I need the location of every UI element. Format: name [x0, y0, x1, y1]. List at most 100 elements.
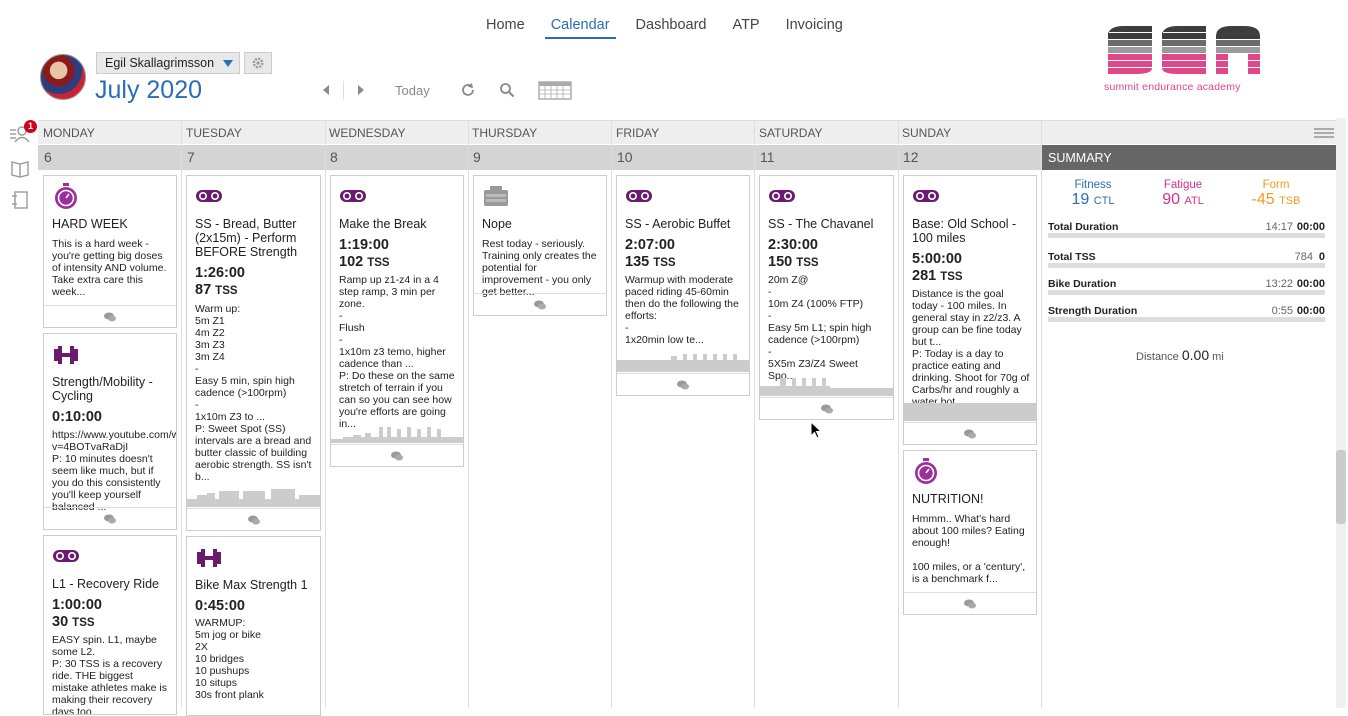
workout-tss: 30 TSS: [52, 614, 95, 630]
comment-icon: [104, 312, 116, 321]
tss-unit: TSS: [653, 257, 676, 269]
date-number[interactable]: 10: [617, 149, 633, 165]
workout-duration: 0:10:00: [52, 409, 102, 425]
comment-icon: [964, 429, 976, 438]
comment-bar[interactable]: [904, 592, 1036, 614]
workout-description: Warm up: 5m Z1 4m Z2 3m Z3 3m Z4 - Easy …: [195, 303, 312, 483]
summary-row-label: Bike Duration: [1048, 278, 1117, 290]
bike-icon: [769, 190, 795, 202]
nav-calendar[interactable]: Calendar: [544, 17, 616, 39]
workout-card[interactable]: Strength/Mobility - Cycling 0:10:00 http…: [43, 333, 177, 530]
notebook-icon[interactable]: [10, 190, 30, 210]
workout-card[interactable]: SS - Aerobic Buffet 2:07:00 135 TSS Warm…: [616, 175, 750, 396]
workout-description: This is a hard week - you're getting big…: [52, 238, 167, 298]
comment-bar[interactable]: [187, 508, 320, 530]
column-divider: [325, 120, 326, 708]
bike-icon: [196, 190, 222, 202]
nav-invoicing[interactable]: Invoicing: [786, 17, 843, 39]
workout-card[interactable]: NUTRITION! Hmmm.. What's hard about 100 …: [903, 450, 1037, 615]
workout-title: Strength/Mobility - Cycling: [52, 375, 153, 403]
date-number[interactable]: 11: [760, 149, 775, 165]
distance-label: Distance: [1136, 351, 1179, 363]
fatigue-metric: Fatigue 90 ATL: [1138, 179, 1228, 209]
column-divider: [611, 120, 612, 708]
workout-profile-chart: [904, 403, 1036, 421]
workout-description: Warmup with moderate paced riding 45-60m…: [625, 274, 739, 346]
avatar[interactable]: [40, 54, 86, 100]
nav-home[interactable]: Home: [486, 17, 525, 39]
settings-button[interactable]: [244, 52, 272, 74]
calendar-icon[interactable]: [538, 80, 572, 100]
comment-icon: [964, 599, 976, 608]
date-row: 6 7 8 9 10 11 12: [38, 145, 1042, 170]
workout-description: https://www.youtube.com/watch?v=4BOTvaRa…: [52, 429, 176, 513]
page-title: July 2020: [95, 76, 203, 104]
bike-icon: [53, 550, 79, 562]
fatigue-number: 90: [1162, 191, 1180, 208]
menu-icon[interactable]: [1314, 128, 1334, 140]
workout-title: NUTRITION!: [912, 492, 984, 506]
fitness-value: 19 CTL: [1048, 191, 1138, 209]
column-divider: [1041, 120, 1042, 708]
date-number[interactable]: 12: [903, 149, 919, 165]
previous-icon[interactable]: [321, 84, 331, 96]
workout-card[interactable]: SS - Bread, Butter (2x15m) - Perform BEF…: [186, 175, 321, 531]
workout-title: Make the Break: [339, 217, 427, 231]
comment-bar[interactable]: [474, 293, 606, 315]
comment-bar[interactable]: [331, 444, 463, 466]
summary-row-label: Total Duration: [1048, 221, 1119, 233]
comment-bar[interactable]: [760, 397, 893, 419]
workout-tss: 135 TSS: [625, 254, 676, 270]
workout-card[interactable]: L1 - Recovery Ride 1:00:00 30 TSS EASY s…: [43, 535, 177, 715]
next-icon[interactable]: [356, 84, 366, 96]
nav-dashboard[interactable]: Dashboard: [636, 17, 707, 39]
summary-planned-value: 0:55: [1271, 305, 1293, 317]
workout-description: Ramp up z1-z4 in a 4 step ramp, 3 min pe…: [339, 274, 455, 430]
date-number[interactable]: 9: [473, 149, 481, 165]
date-number[interactable]: 8: [330, 149, 338, 165]
comment-bar[interactable]: [44, 305, 176, 327]
workout-description: Rest today - seriously. Training only cr…: [482, 238, 597, 298]
top-header: Home Calendar Dashboard ATP Invoicing Eg…: [0, 0, 1348, 118]
workout-card[interactable]: Bike Max Strength 1 0:45:00 WARMUP: 5m j…: [186, 536, 321, 716]
comment-bar[interactable]: [904, 422, 1036, 444]
form-value: -45 TSB: [1231, 191, 1321, 209]
workout-tss: 87 TSS: [195, 282, 238, 298]
column-divider: [181, 120, 182, 708]
workout-card[interactable]: HARD WEEK This is a hard week - you're g…: [43, 175, 177, 328]
workout-duration: 1:26:00: [195, 265, 245, 281]
library-book-icon[interactable]: [10, 158, 30, 178]
workout-card[interactable]: SS - The Chavanel 2:30:00 150 TSS 20m Z@…: [759, 175, 894, 420]
weekday-label: SUNDAY: [902, 126, 952, 140]
workout-title: Nope: [482, 217, 512, 231]
summary-planned-value: 13:22: [1265, 278, 1293, 290]
comment-bar[interactable]: [44, 507, 176, 529]
workout-profile-chart: [187, 489, 320, 507]
comment-bar[interactable]: [617, 373, 749, 395]
nav-atp[interactable]: ATP: [732, 17, 759, 39]
scrollbar-thumb[interactable]: [1336, 450, 1346, 524]
today-button[interactable]: Today: [395, 83, 430, 98]
date-number[interactable]: 7: [187, 149, 195, 165]
refresh-icon[interactable]: [460, 82, 476, 98]
form-number: -45: [1251, 191, 1275, 208]
workout-profile-chart: [760, 378, 893, 396]
fitness-number: 19: [1071, 191, 1090, 208]
workout-card[interactable]: Nope Rest today - seriously. Training on…: [473, 175, 607, 316]
search-icon[interactable]: [499, 82, 515, 98]
workout-card[interactable]: Make the Break 1:19:00 102 TSS Ramp up z…: [330, 175, 464, 467]
workout-title: SS - Bread, Butter (2x15m) - Perform BEF…: [195, 217, 298, 259]
summary-completed-value: 00:00: [1296, 305, 1325, 317]
date-number[interactable]: 6: [44, 149, 52, 165]
summary-progress-bar: [1048, 233, 1325, 238]
workout-title: L1 - Recovery Ride: [52, 577, 159, 591]
workout-tss: 281 TSS: [912, 268, 963, 284]
workout-card[interactable]: Base: Old School - 100 miles 5:00:00 281…: [903, 175, 1037, 445]
summary-header: SUMMARY: [1042, 145, 1336, 170]
summary-planned-value: 784: [1294, 251, 1313, 263]
divider: [343, 81, 344, 99]
scrollbar-track[interactable]: [1336, 118, 1346, 708]
summary-row: Bike Duration 13:22 00:00: [1048, 278, 1325, 298]
athlete-select[interactable]: Egil Skallagrimsson: [96, 52, 240, 74]
tss-value: 135: [625, 254, 650, 270]
